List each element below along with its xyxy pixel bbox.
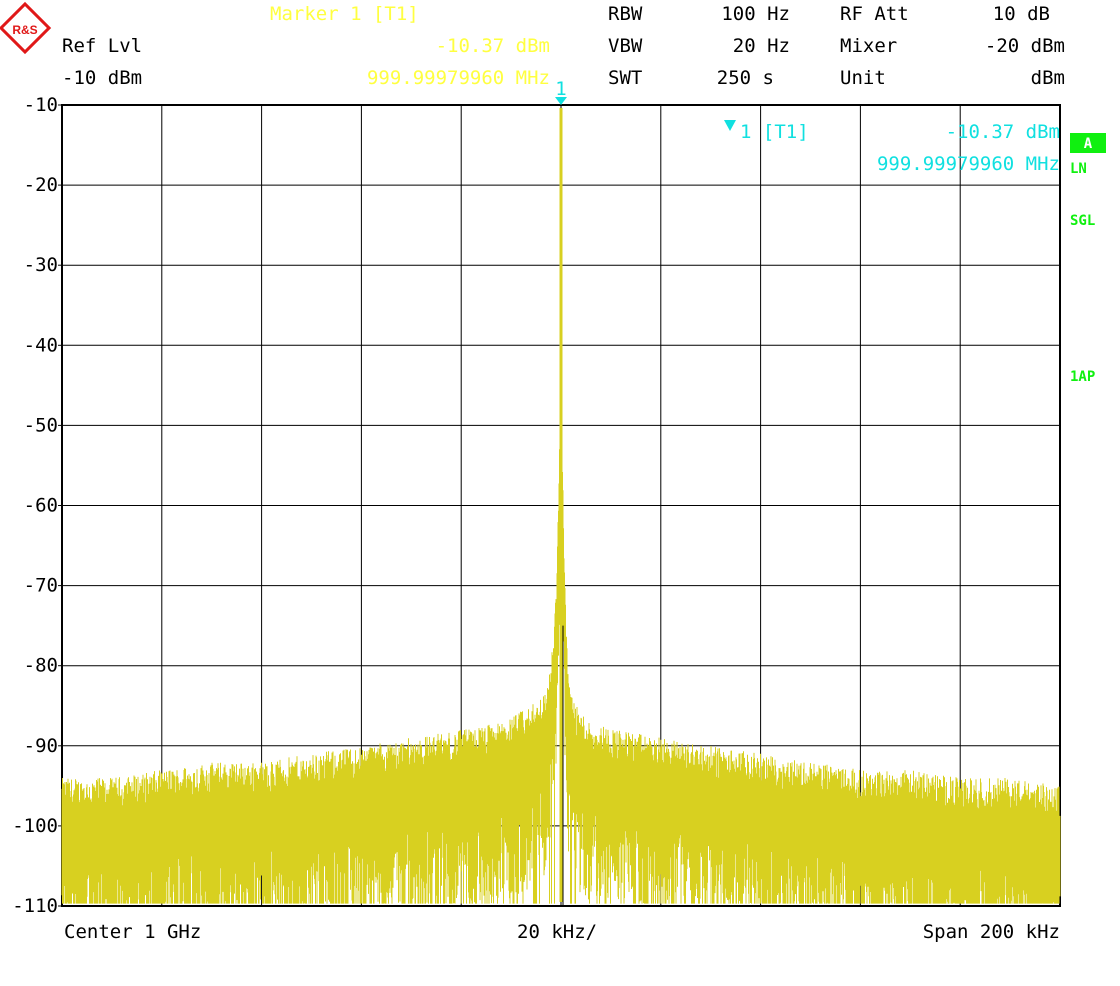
rf-att-label: RF Att [840,3,909,25]
spectrum-analyzer-screen: R&S Ref Lvl -10 dBm Marker 1 [T1] -10.37… [0,1,1106,943]
y-tick-label: -70 [24,575,58,597]
rbw-value: 100 Hz [721,3,790,25]
ref-lvl-value: -10 dBm [62,67,142,89]
swt-label: SWT [608,67,642,89]
y-axis-tick-labels: -10 -20 -30 -40 -50 -60 -70 -80 -90 -100 -110 [12,94,62,917]
vbw-label: VBW [608,35,643,57]
rbw-label: RBW [608,3,643,25]
y-tick-label: -40 [24,334,58,356]
division-label: 20 kHz/ [517,921,597,943]
span-label: Span 200 kHz [923,921,1060,943]
y-tick-label: -10 [24,94,58,116]
center-frequency-label: Center 1 GHz [64,921,201,943]
mixer-value: -20 dBm [985,35,1065,57]
ln-label: LN [1070,161,1087,177]
marker-level: -10.37 dBm [436,35,550,57]
ap-label: 1AP [1070,369,1095,385]
y-tick-label: -20 [24,174,58,196]
trace-a-label: A [1084,136,1093,152]
marker-title: Marker 1 [T1] [270,3,419,25]
y-tick-label: -80 [24,655,58,677]
mixer-label: Mixer [840,35,897,57]
marker-readout-level: -10.37 dBm [946,121,1060,143]
sgl-label: SGL [1070,213,1095,229]
ref-lvl-label: Ref Lvl [62,35,142,57]
unit-label: Unit [840,67,886,89]
marker-1: 1 [554,78,567,105]
marker-readout-label: 1 [T1] [740,121,809,143]
y-tick-label: -100 [12,815,58,837]
rohde-schwarz-logo: R&S [0,1,52,55]
logo-text: R&S [12,23,37,37]
marker-readout-triangle-icon [724,120,736,131]
vbw-value: 20 Hz [733,35,790,57]
y-tick-label: -110 [12,895,58,917]
y-tick-label: -60 [24,495,58,517]
unit-value: dBm [1031,67,1065,89]
marker-readout-frequency: 999.99979960 MHz [877,153,1060,175]
y-tick-label: -30 [24,254,58,276]
y-tick-label: -50 [24,414,58,436]
rf-att-value: 10 dB [993,3,1050,25]
swt-value: 250 s [717,67,774,89]
marker-flag-label: 1 [555,78,566,100]
marker-triangle-icon [554,97,567,105]
marker-frequency: 999.99979960 MHz [367,67,550,89]
y-tick-label: -90 [24,735,58,757]
